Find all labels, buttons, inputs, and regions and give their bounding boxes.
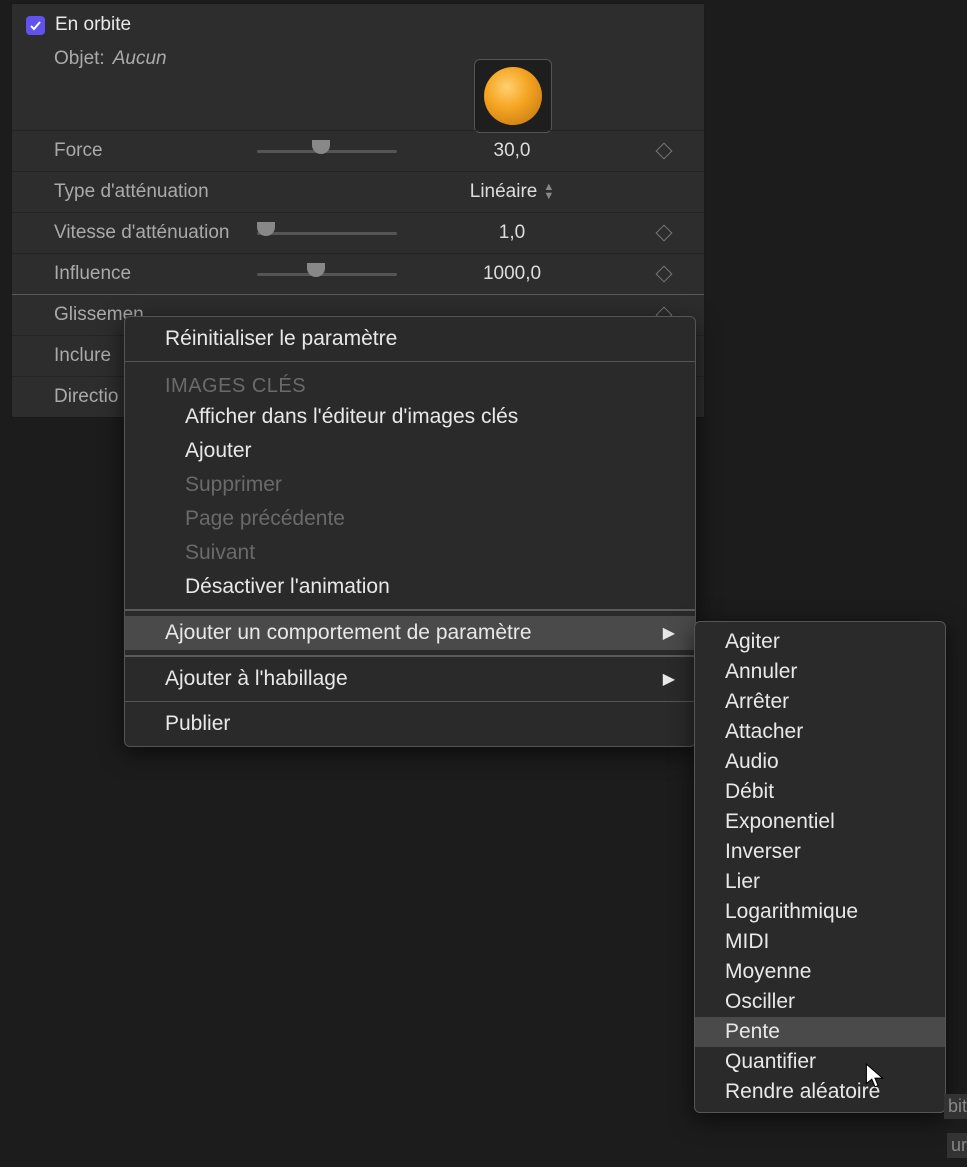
- submenu-item-osciller[interactable]: Osciller: [695, 987, 945, 1017]
- param-value[interactable]: 30,0: [442, 140, 582, 162]
- menu-delete-keyframe: Supprimer: [125, 468, 695, 502]
- slider-force[interactable]: [257, 150, 397, 153]
- submenu-arrow-icon: ▶: [663, 623, 675, 643]
- menu-item-label: Supprimer: [185, 473, 282, 497]
- menu-item-label: Suivant: [185, 541, 255, 565]
- param-label: Force: [54, 140, 254, 162]
- attenuation-type-dropdown[interactable]: Linéaire ▲▼: [442, 181, 582, 203]
- slider-thumb[interactable]: [307, 263, 325, 277]
- submenu-item-attacher[interactable]: Attacher: [695, 717, 945, 747]
- object-thumbnail: [484, 67, 542, 125]
- behavior-header: En orbite: [12, 4, 704, 44]
- submenu-item-exponentiel[interactable]: Exponentiel: [695, 807, 945, 837]
- menu-disable-animation[interactable]: Désactiver l'animation: [125, 570, 695, 604]
- keyframe-diamond-icon[interactable]: [656, 225, 673, 242]
- clipped-text: ur: [947, 1133, 967, 1158]
- object-label: Objet:: [54, 48, 105, 70]
- submenu-item-annuler[interactable]: Annuler: [695, 657, 945, 687]
- menu-item-label: Ajouter un comportement de paramètre: [165, 621, 532, 645]
- slider-influence[interactable]: [257, 273, 397, 276]
- submenu-arrow-icon: ▶: [663, 669, 675, 689]
- behavior-title: En orbite: [55, 14, 131, 36]
- menu-add-to-rig[interactable]: Ajouter à l'habillage ▶: [125, 662, 695, 696]
- menu-publish[interactable]: Publier: [125, 707, 695, 741]
- param-row-attenuation-type: Type d'atténuation Linéaire ▲▼: [12, 171, 704, 212]
- menu-item-label: Réinitialiser le paramètre: [165, 327, 397, 351]
- menu-add-keyframe[interactable]: Ajouter: [125, 434, 695, 468]
- param-label: Influence: [54, 263, 254, 285]
- param-label: Vitesse d'atténuation: [54, 222, 254, 244]
- menu-separator: [125, 609, 695, 611]
- param-row-force: Force 30,0: [12, 130, 704, 171]
- keyframe-diamond-icon[interactable]: [656, 143, 673, 160]
- menu-separator: [125, 361, 695, 362]
- submenu-item-arrêter[interactable]: Arrêter: [695, 687, 945, 717]
- updown-icon: ▲▼: [543, 183, 554, 201]
- submenu-item-inverser[interactable]: Inverser: [695, 837, 945, 867]
- submenu-item-logarithmique[interactable]: Logarithmique: [695, 897, 945, 927]
- clipped-text: bit: [944, 1094, 967, 1119]
- menu-show-keyframe-editor[interactable]: Afficher dans l'éditeur d'images clés: [125, 400, 695, 434]
- menu-item-label: Ajouter à l'habillage: [165, 667, 348, 691]
- submenu-item-midi[interactable]: MIDI: [695, 927, 945, 957]
- parameter-context-menu: Réinitialiser le paramètre IMAGES CLÉS A…: [124, 316, 696, 747]
- slider-thumb[interactable]: [312, 140, 330, 154]
- menu-item-label: Désactiver l'animation: [185, 575, 390, 599]
- submenu-item-quantifier[interactable]: Quantifier: [695, 1047, 945, 1077]
- menu-reset-parameter[interactable]: Réinitialiser le paramètre: [125, 322, 695, 356]
- menu-item-label: Publier: [165, 712, 230, 736]
- param-value[interactable]: 1,0: [442, 222, 582, 244]
- param-value[interactable]: 1000,0: [442, 263, 582, 285]
- submenu-item-rendre-aléatoire[interactable]: Rendre aléatoire: [695, 1077, 945, 1107]
- object-value: Aucun: [113, 48, 167, 70]
- menu-prev-keyframe: Page précédente: [125, 502, 695, 536]
- menu-separator: [125, 655, 695, 657]
- param-behavior-submenu: AgiterAnnulerArrêterAttacherAudioDébitEx…: [694, 621, 946, 1113]
- menu-separator: [125, 701, 695, 702]
- dropdown-value: Linéaire: [470, 181, 538, 203]
- object-image-well[interactable]: [474, 59, 552, 133]
- param-row-influence: Influence 1000,0: [12, 253, 704, 294]
- keyframe-diamond-icon[interactable]: [656, 266, 673, 283]
- menu-next-keyframe: Suivant: [125, 536, 695, 570]
- menu-item-label: Afficher dans l'éditeur d'images clés: [185, 405, 518, 429]
- menu-section-keyframes: IMAGES CLÉS: [125, 367, 695, 400]
- menu-add-param-behavior[interactable]: Ajouter un comportement de paramètre ▶: [125, 616, 695, 650]
- menu-item-label: Ajouter: [185, 439, 252, 463]
- object-row: Objet: Aucun: [12, 44, 704, 80]
- behavior-enable-checkbox[interactable]: [26, 16, 45, 35]
- submenu-item-pente[interactable]: Pente: [695, 1017, 945, 1047]
- submenu-item-agiter[interactable]: Agiter: [695, 627, 945, 657]
- submenu-item-débit[interactable]: Débit: [695, 777, 945, 807]
- submenu-item-lier[interactable]: Lier: [695, 867, 945, 897]
- menu-item-label: Page précédente: [185, 507, 345, 531]
- param-label: Type d'atténuation: [54, 181, 254, 203]
- submenu-item-audio[interactable]: Audio: [695, 747, 945, 777]
- slider-atten-speed[interactable]: [257, 232, 397, 235]
- param-row-attenuation-speed: Vitesse d'atténuation 1,0: [12, 212, 704, 253]
- slider-thumb[interactable]: [257, 222, 275, 236]
- submenu-item-moyenne[interactable]: Moyenne: [695, 957, 945, 987]
